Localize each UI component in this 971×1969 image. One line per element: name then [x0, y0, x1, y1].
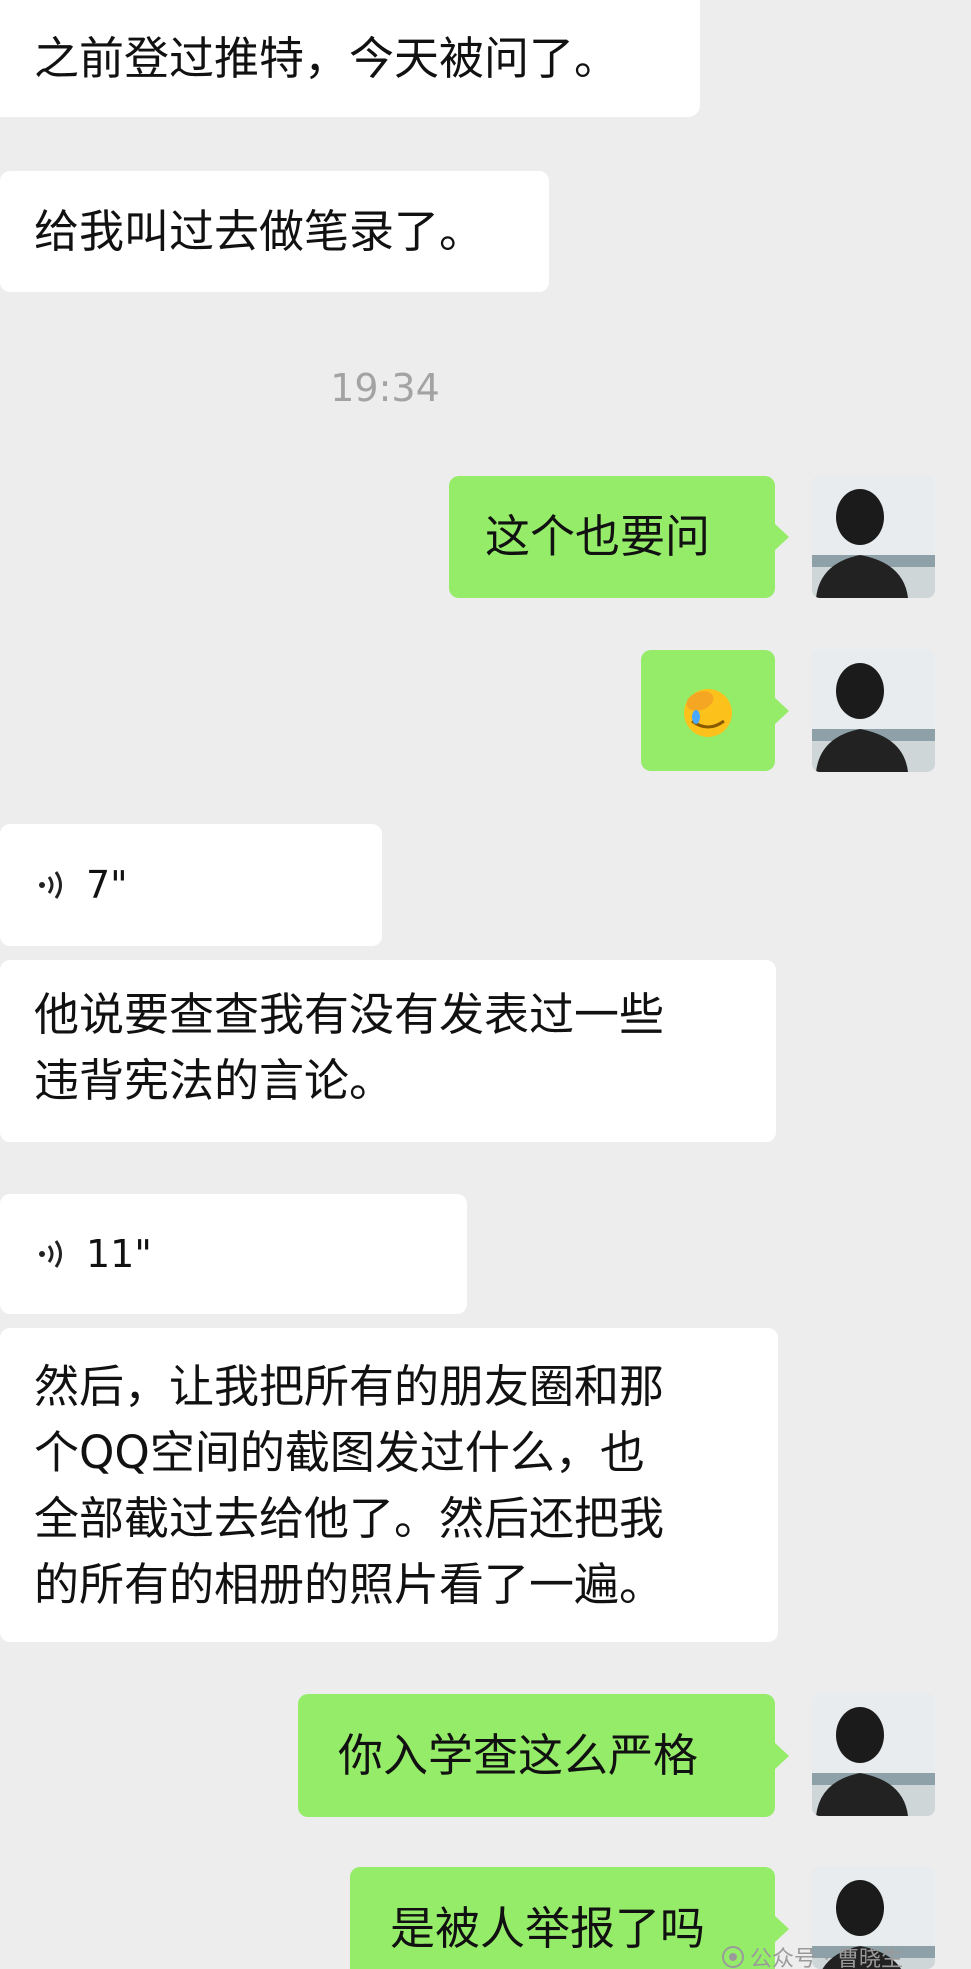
voice-message[interactable]: 7" — [0, 824, 382, 946]
chat-timestamp: 19:34 — [330, 366, 440, 410]
message-text: 给我叫过去做笔录了。 — [34, 204, 485, 258]
voice-duration: 11" — [86, 1232, 152, 1276]
message-bubble-incoming[interactable]: 他说要查查我有没有发表过一些 违背宪法的言论。 — [0, 960, 776, 1142]
message-bubble-outgoing[interactable]: 你入学查这么严格 — [298, 1694, 789, 1817]
message-bubble-incoming[interactable]: 然后，让我把所有的朋友圈和那 个QQ空间的截图发过什么，也 全部截过去给他了。然… — [0, 1328, 778, 1642]
voice-message[interactable]: 11" — [0, 1194, 467, 1314]
wechat-official-account-icon — [722, 1946, 744, 1968]
message-bubble-outgoing[interactable]: 是被人举报了吗 — [350, 1867, 789, 1969]
avatar-man-back-icon — [812, 1693, 935, 1816]
watermark-text: 公众号 · 曹晓生 — [750, 1947, 903, 1969]
avatar-man-back-icon — [812, 475, 935, 598]
facepalm-emoji — [684, 688, 732, 737]
voice-wave-icon — [39, 1240, 62, 1268]
avatar[interactable] — [812, 1693, 935, 1816]
watermark: 公众号 · 曹晓生 — [722, 1941, 903, 1969]
message-bubble-outgoing[interactable] — [641, 650, 789, 771]
avatar[interactable] — [812, 475, 935, 598]
message-bubble-incoming[interactable]: 给我叫过去做笔录了。 — [0, 171, 549, 292]
avatar[interactable] — [812, 649, 935, 772]
voice-duration: 7" — [86, 863, 128, 907]
message-bubble-incoming[interactable]: 之前登过推特，今天被问了。 — [0, 0, 700, 117]
message-bubble-outgoing[interactable]: 这个也要问 — [449, 476, 789, 598]
message-text: 是被人举报了吗 — [390, 1901, 706, 1955]
voice-wave-icon — [39, 871, 62, 899]
message-text: 之前登过推特，今天被问了。 — [34, 31, 620, 85]
message-text: 你入学查这么严格 — [338, 1728, 699, 1782]
chat-window: 之前登过推特，今天被问了。 给我叫过去做笔录了。 19:34 这个也要问 7" … — [0, 0, 971, 1969]
message-text: 他说要查查我有没有发表过一些 违背宪法的言论。 — [34, 988, 665, 1107]
message-text: 然后，让我把所有的朋友圈和那 个QQ空间的截图发过什么，也 全部截过去给他了。然… — [34, 1360, 665, 1611]
avatar-man-back-icon — [812, 649, 935, 772]
message-text: 这个也要问 — [485, 510, 711, 563]
